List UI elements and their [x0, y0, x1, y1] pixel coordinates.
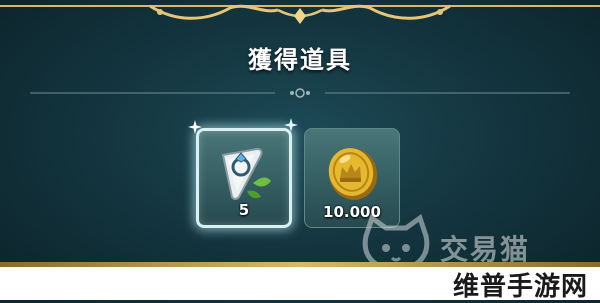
- gem-ticket-icon: [221, 147, 271, 200]
- sparkle-icon: [188, 120, 202, 134]
- sparkle-icon: [284, 118, 298, 132]
- dialog-title: 獲得道具: [248, 46, 352, 74]
- reward-slot-crown-coin[interactable]: 10.000: [304, 128, 400, 228]
- reward-count: 5: [238, 201, 250, 219]
- reward-slot-gem-ticket[interactable]: 5: [196, 128, 292, 228]
- top-ornament-frame: [0, 4, 600, 24]
- crown-coin-icon: [328, 148, 378, 200]
- watermark-site-name-2: 维普手游网: [452, 272, 588, 302]
- title-divider: [30, 88, 570, 98]
